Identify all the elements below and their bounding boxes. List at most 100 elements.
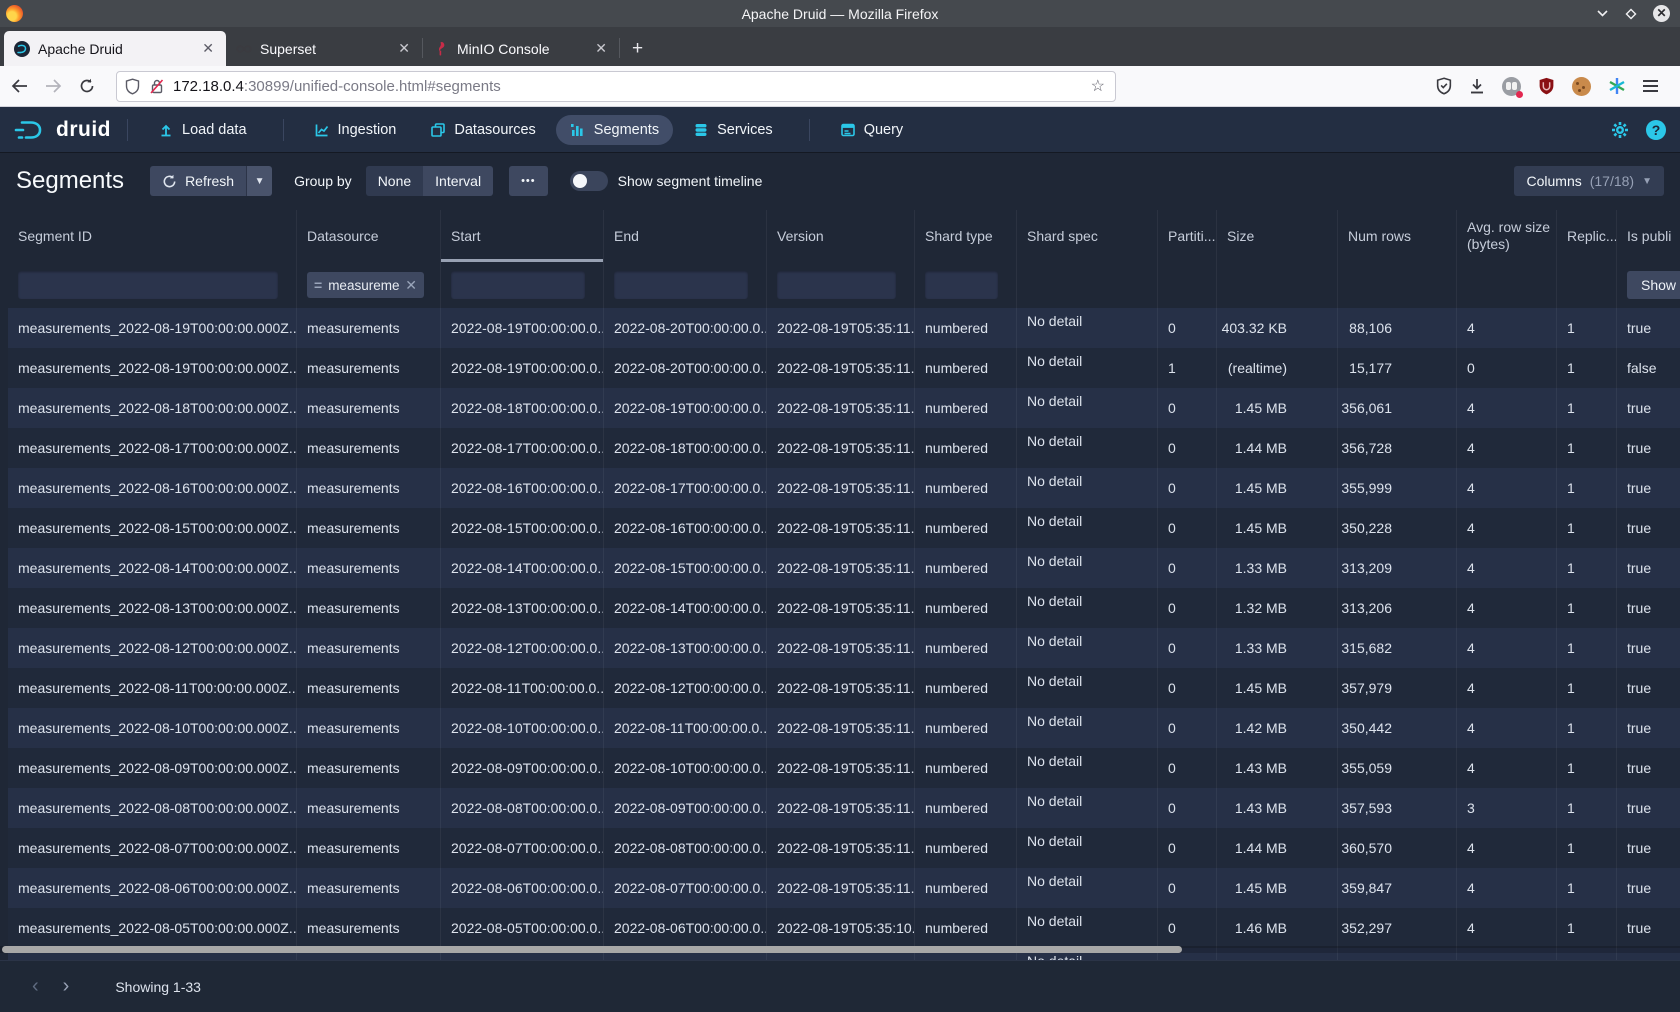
cell: No detail [1017,588,1158,628]
cell: 1 [1557,348,1617,388]
column-header-datasource[interactable]: Datasource [297,210,441,262]
navbar-item-datasources[interactable]: Datasources [416,115,549,145]
cell: measurements_2022-08-10T00:00:00.000Z... [8,708,297,748]
column-header-segment-id[interactable]: Segment ID [8,210,297,262]
column-header-is-publi[interactable]: Is publi [1617,210,1680,262]
cell: 2022-08-19T05:35:11.6... [767,508,915,548]
tab-close-icon[interactable]: ✕ [396,40,412,57]
next-page-icon[interactable]: › [51,975,82,998]
minimize-icon[interactable] [1596,9,1609,18]
cell: 2022-08-20T00:00:00.0... [604,348,767,388]
column-header-end[interactable]: End [604,210,767,262]
table-row[interactable]: measurements_2022-08-13T00:00:00.000Z...… [8,588,1680,628]
remove-filter-icon[interactable]: ✕ [405,277,417,294]
downloads-icon[interactable] [1469,78,1485,95]
navbar-item-segments[interactable]: Segments [556,115,673,145]
table-row[interactable]: measurements_2022-08-17T00:00:00.000Z...… [8,428,1680,468]
url-bar[interactable]: 172.18.0.4:30899/unified-console.html#se… [116,71,1116,102]
table-row[interactable]: measurements_2022-08-05T00:00:00.000Z...… [8,908,1680,948]
column-header-start[interactable]: Start [441,210,604,262]
cell: 357,979 [1338,668,1457,708]
prev-page-icon[interactable]: ‹ [20,975,51,998]
table-row[interactable]: measurements_2022-08-11T00:00:00.000Z...… [8,668,1680,708]
navbar-item-ingestion[interactable]: Ingestion [300,115,411,145]
protections-shield-icon[interactable] [1436,77,1452,95]
filter-input[interactable] [451,271,585,299]
cell: 2022-08-09T00:00:00.0... [604,788,767,828]
window-titlebar: Apache Druid — Mozilla Firefox ✕ [0,0,1680,27]
tab-close-icon[interactable]: ✕ [593,40,609,57]
cell: 4 [1457,908,1557,948]
cell: (realtime) [1217,348,1338,388]
filter-input[interactable] [18,271,278,299]
table-row[interactable]: measurements_2022-08-06T00:00:00.000Z...… [8,868,1680,908]
help-icon[interactable]: ? [1646,120,1666,140]
cookie-extension-icon[interactable] [1572,77,1591,96]
close-icon[interactable]: ✕ [1653,5,1670,22]
extension-masks-icon[interactable] [1502,77,1521,96]
filter-input[interactable] [614,271,748,299]
url-text[interactable]: 172.18.0.4:30899/unified-console.html#se… [173,78,1091,95]
table-row[interactable]: measurements_2022-08-12T00:00:00.000Z...… [8,628,1680,668]
refresh-dropdown-button[interactable]: ▼ [246,166,272,196]
table-row[interactable]: measurements_2022-08-14T00:00:00.000Z...… [8,548,1680,588]
tab-close-icon[interactable]: ✕ [200,40,216,57]
cell: 4 [1457,388,1557,428]
settings-gear-icon[interactable] [1610,120,1630,140]
column-header-shard-type[interactable]: Shard type [915,210,1017,262]
table-row[interactable]: measurements_2022-08-19T00:00:00.000Z...… [8,348,1680,388]
segment-timeline-toggle[interactable] [570,171,608,191]
column-header-version[interactable]: Version [767,210,915,262]
filter-input[interactable] [777,271,896,299]
is-published-filter-button[interactable]: Show [1627,271,1680,299]
table-row[interactable]: measurements_2022-08-18T00:00:00.000Z...… [8,388,1680,428]
table-row[interactable]: measurements_2022-08-08T00:00:00.000Z...… [8,788,1680,828]
menu-hamburger-icon[interactable] [1643,80,1658,92]
bookmark-star-icon[interactable]: ☆ [1091,76,1107,96]
reload-button[interactable] [72,71,102,101]
table-row[interactable]: measurements_2022-08-07T00:00:00.000Z...… [8,828,1680,868]
group-by-none-button[interactable]: None [366,166,423,196]
table-row[interactable]: measurements_2022-08-10T00:00:00.000Z...… [8,708,1680,748]
forward-button[interactable] [38,71,68,101]
console-icon [840,122,856,138]
permissions-shield-icon[interactable] [125,78,140,95]
column-header-shard-spec[interactable]: Shard spec [1017,210,1158,262]
table-row[interactable]: measurements_2022-08-16T00:00:00.000Z...… [8,468,1680,508]
cell: No detail [1017,388,1158,428]
table-row[interactable]: measurements_2022-08-09T00:00:00.000Z...… [8,748,1680,788]
cell: No detail [1017,428,1158,468]
group-by-interval-button[interactable]: Interval [423,166,493,196]
maximize-icon[interactable] [1625,8,1637,20]
cell: 355,999 [1338,468,1457,508]
refresh-button[interactable]: Refresh [150,166,246,196]
ublock-icon[interactable] [1538,77,1555,95]
navbar-item-services[interactable]: Services [679,115,787,145]
cell: 1 [1557,388,1617,428]
table-row[interactable]: measurements_2022-08-19T00:00:00.000Z...… [8,308,1680,348]
tab-minio-console[interactable]: MinIO Console ✕ [423,31,619,66]
column-header-partiti[interactable]: Partiti... [1158,210,1217,262]
datasource-filter-tag[interactable]: =measureme✕ [307,272,424,298]
more-options-button[interactable]: ••• [509,166,548,196]
filter-input[interactable] [925,271,998,299]
insecure-lock-icon[interactable] [149,78,165,95]
horizontal-scrollbar-thumb[interactable] [2,946,1182,953]
druid-logo[interactable]: druid [14,118,111,142]
column-header-avg-row-size-bytes[interactable]: Avg. row size (bytes) [1457,210,1557,262]
columns-button[interactable]: Columns (17/18) ▼ [1514,166,1664,196]
navbar-item-load-data[interactable]: Load data [144,115,261,145]
tab-superset[interactable]: Superset ✕ [226,31,422,66]
new-tab-button[interactable]: + [620,38,655,66]
column-header-num-rows[interactable]: Num rows [1338,210,1457,262]
column-header-replic[interactable]: Replic... [1557,210,1617,262]
extension-asterisk-icon[interactable] [1608,77,1626,95]
cell: numbered [915,668,1017,708]
back-button[interactable] [4,71,34,101]
cell: true [1617,748,1680,788]
column-header-size[interactable]: Size [1217,210,1338,262]
navbar-item-query[interactable]: Query [826,115,918,145]
tab-apache-druid[interactable]: Apache Druid ✕ [4,31,226,66]
table-row[interactable]: measurements_2022-08-15T00:00:00.000Z...… [8,508,1680,548]
group-by-segmented: None Interval [366,166,493,196]
